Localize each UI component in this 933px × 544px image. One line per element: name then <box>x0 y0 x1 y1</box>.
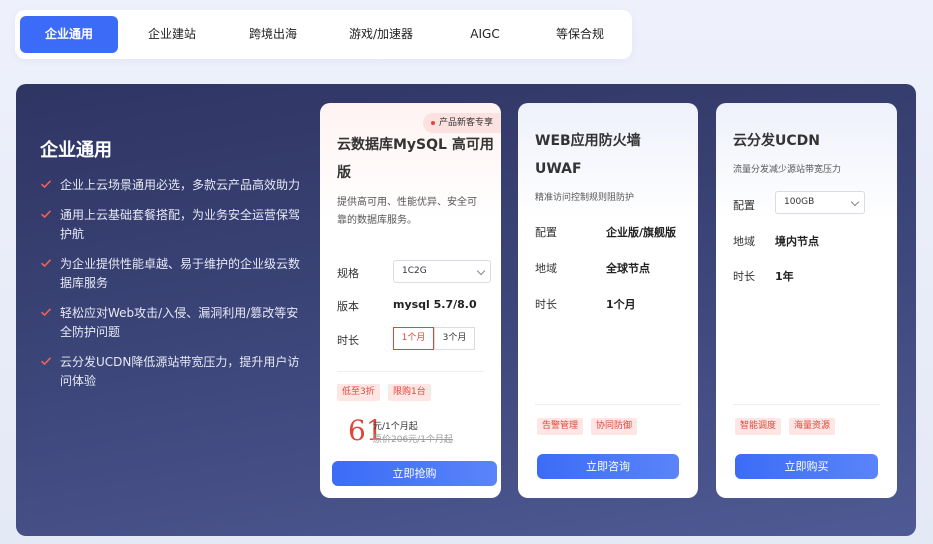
config-label: 配置 <box>535 226 557 239</box>
feature-item: 为企业提供性能卓越、易于维护的企业级云数据库服务 <box>40 255 300 293</box>
tab-cross-border[interactable]: 跨境出海 <box>227 16 319 53</box>
product-card-waf: WEB应用防火墙 UWAF 精准访问控制规则阻防护 配置 企业版/旗舰版 地域 … <box>518 103 698 498</box>
feature-list: 企业上云场景通用必选，多款云产品高效助力 通用上云基础套餐搭配，为业务安全运营保… <box>40 176 300 402</box>
new-customer-badge: 产品新客专享 <box>422 113 501 133</box>
duration-option-1m[interactable]: 1个月 <box>393 327 434 350</box>
version-value: mysql 5.7/8.0 <box>393 298 477 311</box>
badge-label: 产品新客专享 <box>438 118 493 128</box>
duration-label: 时长 <box>535 298 557 311</box>
feature-item: 轻松应对Web攻击/入侵、漏洞利用/篡改等安全防护问题 <box>40 304 300 342</box>
consult-button[interactable]: 立即咨询 <box>537 454 679 479</box>
price-unit: 元/1个月起 <box>373 422 418 432</box>
feature-item: 企业上云场景通用必选，多款云产品高效助力 <box>40 176 300 195</box>
check-icon <box>40 357 52 366</box>
feature-item: 云分发UCDN降低源站带宽压力，提升用户访问体验 <box>40 353 300 391</box>
feature-text: 企业上云场景通用必选，多款云产品高效助力 <box>60 178 301 192</box>
duration-label: 时长 <box>733 270 755 283</box>
region-value: 境内节点 <box>775 235 819 248</box>
section-title: 企业通用 <box>40 140 112 161</box>
buy-now-button[interactable]: 立即抢购 <box>332 461 497 486</box>
check-icon <box>40 259 52 268</box>
spec-label: 规格 <box>337 267 359 280</box>
tab-enterprise-site[interactable]: 企业建站 <box>127 16 217 53</box>
chevron-down-icon <box>850 197 860 207</box>
config-value: 企业版/旗舰版 <box>606 226 677 239</box>
feature-tag: 告警管理 <box>537 418 584 435</box>
card-description: 精准访问控制规则阻防护 <box>535 193 635 203</box>
config-select-value: 100GB <box>784 197 815 207</box>
card-title: 云数据库MySQL 高可用 <box>337 137 494 153</box>
card-title: WEB应用防火墙 <box>535 133 641 149</box>
card-title: 云分发UCDN <box>733 133 820 149</box>
feature-text: 通用上云基础套餐搭配，为业务安全运营保驾护航 <box>60 208 301 241</box>
duration-value: 1年 <box>775 270 794 283</box>
divider <box>337 371 484 372</box>
buy-button[interactable]: 立即购买 <box>735 454 878 479</box>
card-title-line2: 版 <box>337 165 351 181</box>
tab-enterprise-general[interactable]: 企业通用 <box>20 16 118 53</box>
original-price: 原价206元/1个月起 <box>373 435 453 445</box>
limit-tag: 限购1台 <box>388 384 431 401</box>
card-description-line2: 靠的数据库服务。 <box>337 215 417 226</box>
check-icon <box>40 180 52 189</box>
feature-tag: 智能调度 <box>735 418 782 435</box>
check-icon <box>40 210 52 219</box>
card-title-line2: UWAF <box>535 161 582 177</box>
category-tabbar: 企业通用 企业建站 跨境出海 游戏/加速器 AIGC 等保合规 <box>15 10 632 59</box>
discount-tag: 低至3折 <box>337 384 380 401</box>
card-description: 提供高可用、性能优异、安全可 <box>337 197 477 208</box>
config-label: 配置 <box>733 199 755 212</box>
product-card-ucdn: 云分发UCDN 流量分发减少源站带宽压力 配置 100GB 地域 境内节点 时长… <box>716 103 897 498</box>
region-label: 地域 <box>733 235 755 248</box>
duration-label: 时长 <box>337 334 359 347</box>
spec-select[interactable]: 1C2G <box>393 260 491 283</box>
version-label: 版本 <box>337 300 359 313</box>
duration-value: 1个月 <box>606 298 636 311</box>
tab-game-accelerator[interactable]: 游戏/加速器 <box>329 16 433 53</box>
tab-aigc[interactable]: AIGC <box>443 16 527 53</box>
feature-text: 云分发UCDN降低源站带宽压力，提升用户访问体验 <box>60 355 300 388</box>
product-panel: 企业通用 企业上云场景通用必选，多款云产品高效助力 通用上云基础套餐搭配，为业务… <box>16 84 916 536</box>
divider <box>535 404 681 405</box>
chevron-down-icon <box>476 266 486 276</box>
feature-item: 通用上云基础套餐搭配，为业务安全运营保驾护航 <box>40 206 300 244</box>
config-select[interactable]: 100GB <box>775 191 865 214</box>
feature-tag: 海量资源 <box>789 418 836 435</box>
feature-tag: 协同防御 <box>591 418 638 435</box>
spec-select-value: 1C2G <box>402 266 427 276</box>
badge-dot <box>430 121 435 125</box>
divider <box>733 404 880 405</box>
feature-text: 轻松应对Web攻击/入侵、漏洞利用/篡改等安全防护问题 <box>60 306 299 339</box>
region-value: 全球节点 <box>606 262 650 275</box>
card-description: 流量分发减少源站带宽压力 <box>733 165 842 175</box>
duration-option-3m[interactable]: 3个月 <box>434 327 475 350</box>
tab-compliance[interactable]: 等保合规 <box>537 16 623 53</box>
product-card-mysql: 产品新客专享 云数据库MySQL 高可用 版 提供高可用、性能优异、安全可 靠的… <box>320 103 501 498</box>
feature-text: 为企业提供性能卓越、易于维护的企业级云数据库服务 <box>60 257 301 290</box>
region-label: 地域 <box>535 262 557 275</box>
check-icon <box>40 308 52 317</box>
